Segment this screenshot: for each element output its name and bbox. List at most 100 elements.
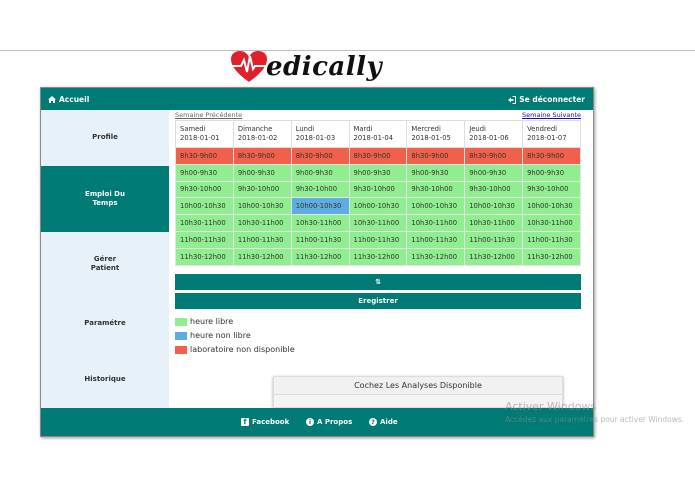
day-header: Samedi 2018-01-01 xyxy=(175,120,234,148)
legend-label: laboratoire non disponible xyxy=(190,345,295,355)
facebook-link[interactable]: f Facebook xyxy=(241,418,289,426)
time-slot-free[interactable]: 9h30-10h00 xyxy=(232,180,292,199)
time-slot-free[interactable]: 9h00-9h30 xyxy=(406,163,466,182)
brand-logo: edically xyxy=(230,48,382,86)
time-slot-free[interactable]: 11h30-12h00 xyxy=(175,247,234,266)
time-slot-free[interactable]: 10h00-10h30 xyxy=(464,197,524,216)
time-slot-free[interactable]: 9h30-10h00 xyxy=(290,180,350,199)
table-row: 9h30-10h00 9h30-10h00 9h30-10h00 9h30-10h00… xyxy=(175,180,581,199)
time-slot-lab[interactable]: 8h30-9h00 xyxy=(232,147,292,165)
time-slot-lab[interactable]: 8h30-9h00 xyxy=(348,147,408,165)
sidebar: Profile Emploi Du Temps Gérer Patient Pa… xyxy=(41,110,169,408)
time-slot-free[interactable]: 10h30-11h00 xyxy=(464,214,524,232)
time-slot-free[interactable]: 10h00-10h30 xyxy=(522,197,581,216)
brand-name: edically xyxy=(266,52,383,82)
day-header: Mardi 2018-01-04 xyxy=(348,120,408,148)
time-slot-free[interactable]: 9h30-10h00 xyxy=(406,180,466,199)
swap-order-button[interactable]: ⇅ xyxy=(175,273,581,290)
home-link[interactable]: Accueil xyxy=(48,95,89,104)
time-slot-free[interactable]: 10h30-11h00 xyxy=(406,214,466,232)
time-slot-free[interactable]: 9h30-10h00 xyxy=(464,180,524,199)
next-week-link[interactable]: Semaine Suivante xyxy=(522,111,581,119)
time-slot-free[interactable]: 10h00-10h30 xyxy=(348,197,408,216)
previous-week-link[interactable]: Semaine Précédente xyxy=(175,111,242,119)
schedule-table: Samedi 2018-01-01 Dimanche 2018-01-02 Lundi 2… xyxy=(175,120,581,266)
time-slot-free[interactable]: 9h30-10h00 xyxy=(175,180,234,199)
table-row: 8h30-9h00 8h30-9h00 8h30-9h00 8h30-9h00 8h30… xyxy=(175,147,581,165)
time-slot-free[interactable]: 11h00-11h30 xyxy=(348,230,408,249)
time-slot-free[interactable]: 10h30-11h00 xyxy=(290,214,350,232)
home-icon xyxy=(48,96,56,103)
time-slot-free[interactable]: 9h00-9h30 xyxy=(522,163,581,182)
day-header: Dimanche 2018-01-02 xyxy=(232,120,292,148)
time-slot-free[interactable]: 11h30-12h00 xyxy=(290,247,350,266)
day-date: 2018-01-01 xyxy=(180,134,220,142)
time-slot-free[interactable]: 9h00-9h30 xyxy=(175,163,234,182)
table-row: 10h30-11h00 10h30-11h00 10h30-11h00 10h30-1… xyxy=(175,214,581,232)
day-header: Mercredi 2018-01-05 xyxy=(406,120,466,148)
schedule-content: Semaine Précédente Semaine Suivante Same… xyxy=(175,110,581,357)
time-slot-free[interactable]: 10h30-11h00 xyxy=(522,214,581,232)
time-slot-free[interactable]: 9h30-10h00 xyxy=(522,180,581,199)
time-slot-lab[interactable]: 8h30-9h00 xyxy=(406,147,466,165)
save-button[interactable]: Eregistrer xyxy=(175,292,581,309)
time-slot-free[interactable]: 10h00-10h30 xyxy=(175,197,234,216)
day-name: Vendredi xyxy=(527,124,558,133)
legend-swatch-free xyxy=(175,317,187,326)
time-slot-free[interactable]: 10h00-10h30 xyxy=(406,197,466,216)
time-slot-free[interactable]: 10h30-11h00 xyxy=(232,214,292,232)
legend-swatch-lab xyxy=(175,345,187,354)
time-slot-free[interactable]: 9h00-9h30 xyxy=(232,163,292,182)
time-slot-free[interactable]: 11h30-12h00 xyxy=(406,247,466,266)
about-link[interactable]: i A Propos xyxy=(306,418,352,426)
about-label: A Propos xyxy=(317,418,353,426)
time-slot-free[interactable]: 9h00-9h30 xyxy=(348,163,408,182)
legend-item-busy: heure non libre xyxy=(175,329,581,343)
time-slot-free[interactable]: 9h30-10h00 xyxy=(348,180,408,199)
time-slot-lab[interactable]: 8h30-9h00 xyxy=(175,147,234,165)
time-slot-free[interactable]: 11h30-12h00 xyxy=(348,247,408,266)
time-slot-free[interactable]: 11h00-11h30 xyxy=(464,230,524,249)
sidebar-item-settings[interactable]: Paramétre xyxy=(41,296,169,352)
facebook-label: Facebook xyxy=(252,418,290,426)
time-slot-lab[interactable]: 8h30-9h00 xyxy=(522,147,581,165)
sidebar-item-schedule[interactable]: Emploi Du Temps xyxy=(41,166,169,232)
time-slot-free[interactable]: 9h00-9h30 xyxy=(290,163,350,182)
time-slot-free[interactable]: 11h30-12h00 xyxy=(464,247,524,266)
table-row: 9h00-9h30 9h00-9h30 9h00-9h30 9h00-9h30 9h00… xyxy=(175,163,581,182)
sign-out-icon xyxy=(508,95,517,104)
time-slot-lab[interactable]: 8h30-9h00 xyxy=(290,147,350,165)
time-slot-free[interactable]: 11h00-11h30 xyxy=(522,230,581,249)
time-slot-free[interactable]: 11h30-12h00 xyxy=(522,247,581,266)
table-row: 10h00-10h30 10h00-10h30 10h00-10h30 10h00-1… xyxy=(175,197,581,216)
legend-label: heure non libre xyxy=(190,331,251,341)
legend-swatch-busy xyxy=(175,331,187,340)
sidebar-item-history[interactable]: Historique xyxy=(41,352,169,408)
time-slot-free[interactable]: 10h00-10h30 xyxy=(232,197,292,216)
time-slot-free[interactable]: 11h00-11h30 xyxy=(406,230,466,249)
analyses-panel-title: Cochez Les Analyses Disponible xyxy=(274,377,562,395)
day-date: 2018-01-07 xyxy=(527,134,567,142)
time-slot-free[interactable]: 11h30-12h00 xyxy=(232,247,292,266)
time-slot-free[interactable]: 11h00-11h30 xyxy=(175,230,234,249)
time-slot-free[interactable]: 9h00-9h30 xyxy=(464,163,524,182)
time-slot-free[interactable]: 11h00-11h30 xyxy=(232,230,292,249)
legend: heure libre heure non libre laboratoire … xyxy=(175,315,581,357)
day-name: Dimanche xyxy=(237,124,273,133)
sidebar-item-profile[interactable]: Profile xyxy=(41,110,169,166)
time-slot-free[interactable]: 11h00-11h30 xyxy=(290,230,350,249)
watermark-subtitle: Accédez aux paramètres pour activer Wind… xyxy=(505,415,685,424)
time-slot-lab[interactable]: 8h30-9h00 xyxy=(464,147,524,165)
facebook-icon: f xyxy=(241,418,249,426)
help-link[interactable]: ? Aide xyxy=(369,418,398,426)
logout-link[interactable]: Se déconnecter xyxy=(508,95,585,104)
time-slot-free[interactable]: 10h30-11h00 xyxy=(175,214,234,232)
windows-activation-watermark: Activer Windows Accédez aux paramètres p… xyxy=(505,400,684,424)
day-date: 2018-01-06 xyxy=(469,134,509,142)
sidebar-item-patients[interactable]: Gérer Patient xyxy=(41,232,169,296)
day-header: Lundi 2018-01-03 xyxy=(290,120,350,148)
time-slot-busy[interactable]: 10h00-10h30 xyxy=(290,197,350,216)
day-header: Jeudi 2018-01-06 xyxy=(464,120,524,148)
time-slot-free[interactable]: 10h30-11h00 xyxy=(348,214,408,232)
help-label: Aide xyxy=(380,418,398,426)
